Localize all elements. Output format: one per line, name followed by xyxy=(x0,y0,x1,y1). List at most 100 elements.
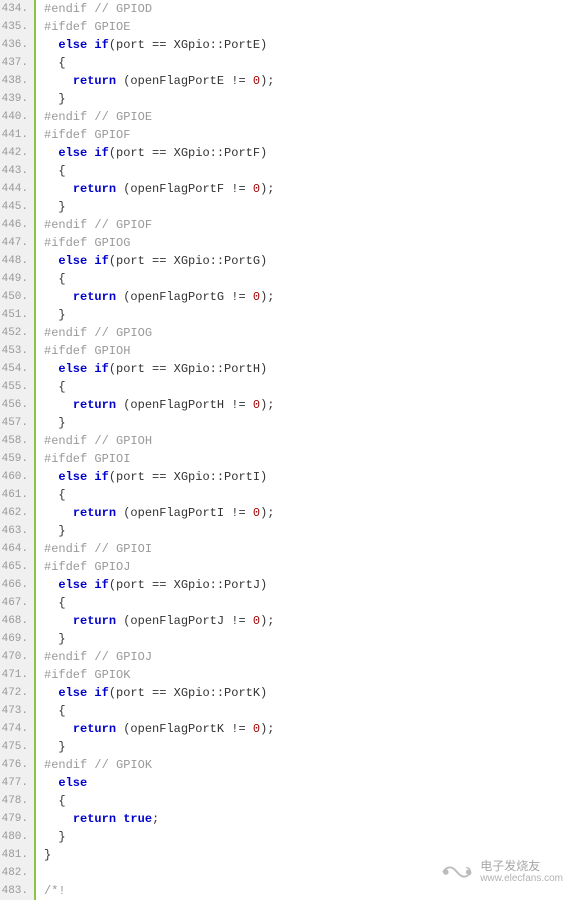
line-number: 474. xyxy=(0,720,36,738)
line-number: 435. xyxy=(0,18,36,36)
line-number: 465. xyxy=(0,558,36,576)
code-text: return (openFlagPortH != 0); xyxy=(36,396,573,414)
watermark-url: www.elecfans.com xyxy=(480,873,563,884)
code-text: } xyxy=(36,306,573,324)
code-line: 449. { xyxy=(0,270,573,288)
code-text: #endif // GPIOF xyxy=(36,216,573,234)
code-line: 454. else if(port == XGpio::PortH) xyxy=(0,360,573,378)
code-line: 476.#endif // GPIOK xyxy=(0,756,573,774)
code-text: { xyxy=(36,702,573,720)
line-number: 469. xyxy=(0,630,36,648)
code-text: #ifdef GPIOJ xyxy=(36,558,573,576)
code-line: 451. } xyxy=(0,306,573,324)
line-number: 476. xyxy=(0,756,36,774)
line-number: 477. xyxy=(0,774,36,792)
code-text: { xyxy=(36,378,573,396)
code-line: 438. return (openFlagPortE != 0); xyxy=(0,72,573,90)
code-line: 469. } xyxy=(0,630,573,648)
code-text: #endif // GPIOJ xyxy=(36,648,573,666)
line-number: 480. xyxy=(0,828,36,846)
code-line: 473. { xyxy=(0,702,573,720)
watermark-icon xyxy=(438,858,476,886)
line-number: 454. xyxy=(0,360,36,378)
code-line: 462. return (openFlagPortI != 0); xyxy=(0,504,573,522)
line-number: 446. xyxy=(0,216,36,234)
code-text: else if(port == XGpio::PortG) xyxy=(36,252,573,270)
line-number: 448. xyxy=(0,252,36,270)
code-text: #ifdef GPIOK xyxy=(36,666,573,684)
code-text: #endif // GPIOI xyxy=(36,540,573,558)
code-line: 475. } xyxy=(0,738,573,756)
code-text: else if(port == XGpio::PortJ) xyxy=(36,576,573,594)
code-text: return (openFlagPortI != 0); xyxy=(36,504,573,522)
line-number: 451. xyxy=(0,306,36,324)
code-text: #endif // GPIOD xyxy=(36,0,573,18)
code-line: 456. return (openFlagPortH != 0); xyxy=(0,396,573,414)
line-number: 436. xyxy=(0,36,36,54)
code-line: 471.#ifdef GPIOK xyxy=(0,666,573,684)
code-line: 465.#ifdef GPIOJ xyxy=(0,558,573,576)
code-text: { xyxy=(36,270,573,288)
code-line: 468. return (openFlagPortJ != 0); xyxy=(0,612,573,630)
line-number: 455. xyxy=(0,378,36,396)
code-line: 450. return (openFlagPortG != 0); xyxy=(0,288,573,306)
line-number: 452. xyxy=(0,324,36,342)
code-line: 472. else if(port == XGpio::PortK) xyxy=(0,684,573,702)
code-line: 480. } xyxy=(0,828,573,846)
line-number: 443. xyxy=(0,162,36,180)
code-text: return (openFlagPortE != 0); xyxy=(36,72,573,90)
line-number: 440. xyxy=(0,108,36,126)
line-number: 434. xyxy=(0,0,36,18)
code-text: return (openFlagPortF != 0); xyxy=(36,180,573,198)
code-text: } xyxy=(36,198,573,216)
code-line: 477. else xyxy=(0,774,573,792)
code-line: 460. else if(port == XGpio::PortI) xyxy=(0,468,573,486)
line-number: 473. xyxy=(0,702,36,720)
code-text: else if(port == XGpio::PortI) xyxy=(36,468,573,486)
line-number: 449. xyxy=(0,270,36,288)
code-text: #endif // GPIOK xyxy=(36,756,573,774)
code-line: 453.#ifdef GPIOH xyxy=(0,342,573,360)
code-text: } xyxy=(36,738,573,756)
code-text: #endif // GPIOG xyxy=(36,324,573,342)
line-number: 460. xyxy=(0,468,36,486)
code-text: { xyxy=(36,162,573,180)
code-text: return true; xyxy=(36,810,573,828)
code-line: 457. } xyxy=(0,414,573,432)
line-number: 450. xyxy=(0,288,36,306)
code-line: 439. } xyxy=(0,90,573,108)
line-number: 442. xyxy=(0,144,36,162)
code-line: 437. { xyxy=(0,54,573,72)
code-text: { xyxy=(36,54,573,72)
code-line: 470.#endif // GPIOJ xyxy=(0,648,573,666)
code-line: 442. else if(port == XGpio::PortF) xyxy=(0,144,573,162)
line-number: 478. xyxy=(0,792,36,810)
code-line: 464.#endif // GPIOI xyxy=(0,540,573,558)
watermark: 电子发烧友 www.elecfans.com xyxy=(438,858,563,886)
line-number: 458. xyxy=(0,432,36,450)
code-text: #ifdef GPIOF xyxy=(36,126,573,144)
line-number: 459. xyxy=(0,450,36,468)
line-number: 479. xyxy=(0,810,36,828)
line-number: 456. xyxy=(0,396,36,414)
line-number: 475. xyxy=(0,738,36,756)
line-number: 463. xyxy=(0,522,36,540)
line-number: 437. xyxy=(0,54,36,72)
line-number: 481. xyxy=(0,846,36,864)
line-number: 462. xyxy=(0,504,36,522)
code-line: 463. } xyxy=(0,522,573,540)
code-line: 455. { xyxy=(0,378,573,396)
line-number: 441. xyxy=(0,126,36,144)
line-number: 483. xyxy=(0,882,36,900)
line-number: 444. xyxy=(0,180,36,198)
code-text: else if(port == XGpio::PortE) xyxy=(36,36,573,54)
line-number: 464. xyxy=(0,540,36,558)
line-number: 445. xyxy=(0,198,36,216)
code-line: 459.#ifdef GPIOI xyxy=(0,450,573,468)
code-text: #endif // GPIOE xyxy=(36,108,573,126)
line-number: 447. xyxy=(0,234,36,252)
line-number: 470. xyxy=(0,648,36,666)
code-line: 448. else if(port == XGpio::PortG) xyxy=(0,252,573,270)
code-line: 458.#endif // GPIOH xyxy=(0,432,573,450)
code-text: { xyxy=(36,792,573,810)
